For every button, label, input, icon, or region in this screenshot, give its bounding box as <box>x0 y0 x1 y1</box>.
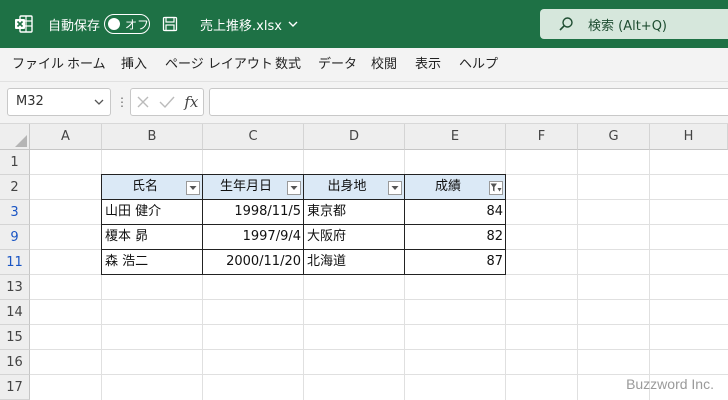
table-cell[interactable]: 2000/11/20 <box>203 250 304 275</box>
formula-buttons: fx <box>130 88 204 116</box>
row-header-14[interactable]: 14 <box>0 300 30 325</box>
filter-dropdown-icon[interactable] <box>186 181 200 195</box>
row-header-2[interactable]: 2 <box>0 175 30 200</box>
gridline <box>30 299 728 300</box>
table-cell[interactable]: 1998/11/5 <box>203 200 304 225</box>
table-cell[interactable]: 森 浩二 <box>102 250 203 275</box>
filter-active-icon[interactable] <box>489 181 503 195</box>
column-header-b[interactable]: B <box>102 124 203 150</box>
search-placeholder: 検索 (Alt+Q) <box>588 18 668 34</box>
menu-home[interactable]: ホーム <box>67 48 106 82</box>
gridline <box>30 324 728 325</box>
table-cell[interactable]: 榎本 昴 <box>102 225 203 250</box>
chevron-down-icon[interactable] <box>94 89 104 125</box>
file-name-dropdown[interactable]: 売上推移.xlsx <box>200 0 298 48</box>
table-cell[interactable]: 北海道 <box>304 250 405 275</box>
more-options-icon[interactable]: ⋮ <box>116 94 128 110</box>
table-cell[interactable]: 東京都 <box>304 200 405 225</box>
title-bar: 自動保存 オフ 売上推移.xlsx 検索 (Alt+Q) <box>0 0 728 48</box>
row-header-13[interactable]: 13 <box>0 275 30 300</box>
column-header-c[interactable]: C <box>203 124 304 150</box>
formula-bar: M32 ⋮ fx <box>0 82 728 124</box>
search-icon <box>559 17 573 31</box>
filter-dropdown-icon[interactable] <box>388 181 402 195</box>
ribbon-menu-bar: ファイル ホーム 挿入 ページ レイアウト 数式 データ 校閲 表示 ヘルプ <box>0 48 728 82</box>
column-header-d[interactable]: D <box>304 124 405 150</box>
menu-page-layout[interactable]: ページ レイアウト <box>165 48 273 82</box>
autosave-label: 自動保存 <box>48 18 101 34</box>
menu-insert[interactable]: 挿入 <box>121 48 147 82</box>
column-header-g[interactable]: G <box>578 124 650 150</box>
gridline <box>577 150 578 400</box>
gridline <box>649 150 650 400</box>
menu-help[interactable]: ヘルプ <box>459 48 498 82</box>
filter-dropdown-icon[interactable] <box>287 181 301 195</box>
menu-file[interactable]: ファイル <box>12 48 64 82</box>
save-icon[interactable] <box>162 0 178 48</box>
name-box-value: M32 <box>16 94 44 109</box>
table-cell[interactable]: 87 <box>405 250 506 275</box>
gridline <box>30 349 728 350</box>
cancel-icon[interactable] <box>136 95 150 109</box>
table-border <box>101 249 506 250</box>
chevron-down-icon <box>288 17 298 32</box>
menu-view[interactable]: 表示 <box>415 48 441 82</box>
excel-logo-icon[interactable] <box>14 0 36 48</box>
select-all-corner[interactable] <box>0 124 30 150</box>
gridline <box>30 374 728 375</box>
table-cell[interactable]: 82 <box>405 225 506 250</box>
column-header-e[interactable]: E <box>405 124 506 150</box>
watermark: Buzzword Inc. <box>626 376 714 392</box>
enter-check-icon[interactable] <box>159 95 175 109</box>
file-name: 売上推移.xlsx <box>200 18 282 34</box>
row-header-11[interactable]: 11 <box>0 250 30 275</box>
row-header-9[interactable]: 9 <box>0 225 30 250</box>
formula-input[interactable] <box>209 88 728 116</box>
name-box[interactable]: M32 <box>7 88 111 116</box>
menu-data[interactable]: データ <box>318 48 357 82</box>
autosave-state: オフ <box>125 17 150 32</box>
table-border <box>101 224 506 225</box>
table-cell[interactable]: 大阪府 <box>304 225 405 250</box>
row-header-1[interactable]: 1 <box>0 150 30 175</box>
column-header-a[interactable]: A <box>30 124 102 150</box>
spreadsheet-grid[interactable]: A B C D E F G H 1 2 3 9 11 13 14 15 16 1… <box>0 124 728 400</box>
table-cell[interactable]: 84 <box>405 200 506 225</box>
table-border <box>101 199 506 200</box>
insert-function-icon[interactable]: fx <box>184 93 198 111</box>
table-cell[interactable]: 1997/9/4 <box>203 225 304 250</box>
toggle-knob-icon <box>108 18 120 30</box>
row-header-15[interactable]: 15 <box>0 325 30 350</box>
select-all-icon <box>15 135 27 147</box>
autosave-toggle[interactable]: オフ <box>104 14 150 34</box>
column-header-f[interactable]: F <box>506 124 578 150</box>
row-header-3[interactable]: 3 <box>0 200 30 225</box>
menu-formulas[interactable]: 数式 <box>275 48 301 82</box>
search-box[interactable]: 検索 (Alt+Q) <box>540 9 728 39</box>
row-header-16[interactable]: 16 <box>0 350 30 375</box>
column-header-h[interactable]: H <box>650 124 728 150</box>
row-header-17[interactable]: 17 <box>0 375 30 400</box>
menu-review[interactable]: 校閲 <box>371 48 397 82</box>
table-cell[interactable]: 山田 健介 <box>102 200 203 225</box>
